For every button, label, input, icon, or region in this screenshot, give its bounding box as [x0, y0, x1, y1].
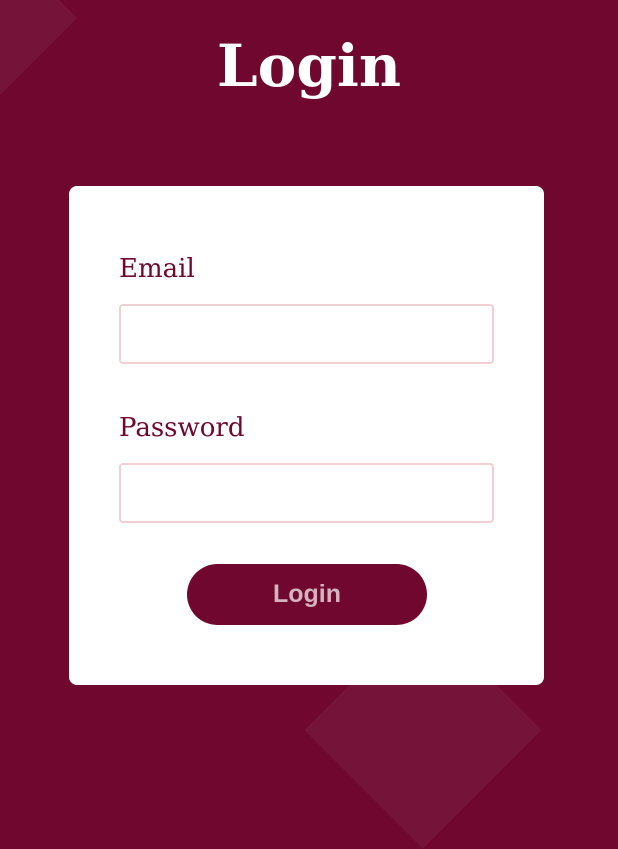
page-title: Login [216, 32, 402, 100]
email-label: Email [119, 254, 195, 284]
email-field[interactable] [119, 304, 494, 364]
login-card: Email Password Login [69, 186, 544, 685]
password-label: Password [119, 413, 245, 443]
password-field[interactable] [119, 463, 494, 523]
login-button[interactable]: Login [187, 564, 427, 625]
